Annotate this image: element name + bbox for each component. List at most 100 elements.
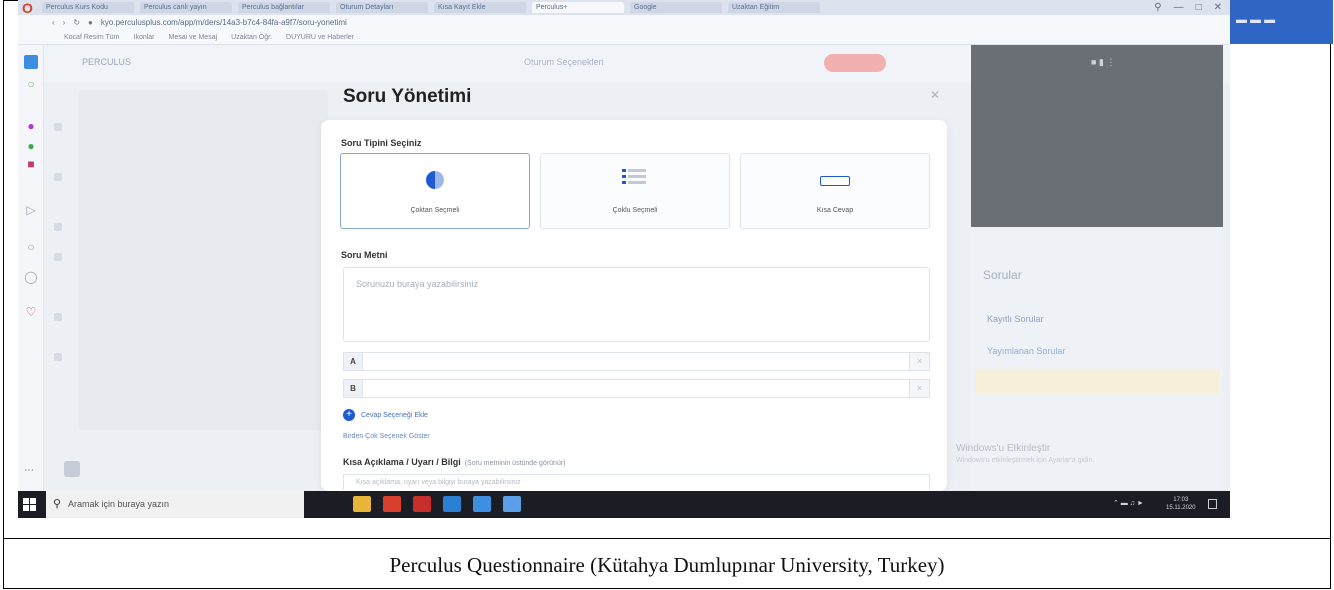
answer-option-row: A × — [343, 352, 930, 371]
remove-option-icon[interactable]: × — [910, 379, 930, 398]
session-title: PERCULUS — [82, 57, 132, 67]
system-tray-icons[interactable]: ⌃ ▬ ♫ ► — [1113, 499, 1144, 507]
chrome-icon[interactable] — [503, 496, 521, 512]
option-input[interactable] — [363, 352, 910, 371]
close-icon[interactable]: ✕ — [930, 88, 940, 102]
type-card-short-answer[interactable]: Kısa Cevap — [740, 153, 930, 229]
history-icon[interactable]: ◯ — [24, 270, 38, 284]
instagram-icon[interactable]: ● — [24, 119, 38, 133]
bookmark-item[interactable]: Uzaktan Öğr. — [231, 34, 272, 41]
video-controls-icon[interactable]: ■ ▮ ⋮ — [1091, 57, 1115, 68]
screenshot: O Perculus Kurs Kodu Perculus canlı yayı… — [18, 0, 1230, 518]
question-management-dialog: Soru Tipini Seçiniz Çoktan Seçmeli Çoklu… — [321, 120, 947, 491]
bookmark-item[interactable]: Mesai ve Mesaj — [169, 34, 218, 41]
browser-tab[interactable]: Google — [630, 2, 722, 13]
tool-icon[interactable] — [54, 173, 62, 181]
opera-logo-icon[interactable]: O — [22, 1, 36, 15]
windows-taskbar: ⚲ Aramak için buraya yazın ⌃ ▬ ♫ ► 17:03… — [18, 491, 1230, 518]
vk-icon[interactable]: ■ — [24, 157, 38, 171]
record-button[interactable] — [824, 54, 886, 72]
messenger-icon[interactable] — [24, 55, 38, 69]
tool-icon[interactable] — [54, 353, 62, 361]
whatsapp-icon[interactable]: ● — [24, 139, 38, 153]
url-field[interactable]: kyo.perculusplus.com/app/m/ders/14a3-b7c… — [101, 18, 347, 27]
option-key: A — [343, 352, 363, 371]
note-input[interactable]: Kısa açıklama, uyarı veya bilgiyi buraya… — [343, 474, 930, 490]
tool-icon[interactable] — [54, 123, 62, 131]
checklist-icon — [622, 166, 648, 192]
mail-icon[interactable] — [443, 496, 461, 512]
published-questions-link[interactable]: Yayımlanan Sorular — [987, 346, 1065, 356]
search-icon[interactable]: ⚲ — [1154, 2, 1161, 13]
type-card-label: Kısa Cevap — [816, 207, 854, 214]
taskbar-search[interactable]: ⚲ Aramak için buraya yazın — [46, 491, 304, 518]
question-type-label: Soru Tipini Seçiniz — [341, 138, 422, 148]
close-icon[interactable]: ✕ — [1214, 2, 1222, 13]
browser-tab[interactable]: Perculus canlı yayın — [140, 2, 232, 13]
text-box-icon — [820, 176, 850, 186]
opera-icon[interactable] — [383, 496, 401, 512]
question-type-selector: Çoktan Seçmeli Çoklu Seçmeli Kısa Cevap — [340, 153, 930, 229]
browser-tab-bar: O Perculus Kurs Kodu Perculus canlı yayı… — [18, 0, 1230, 15]
extensions-icon[interactable]: ♡ — [24, 305, 38, 319]
file-explorer-icon[interactable] — [353, 496, 371, 512]
option-input[interactable] — [363, 379, 910, 398]
question-text-input[interactable]: Sorunuzu buraya yazabilirsiniz — [343, 267, 930, 342]
half-circle-icon — [426, 171, 444, 189]
info-banner — [975, 370, 1219, 394]
type-card-multi-select[interactable]: Çoklu Seçmeli — [540, 153, 730, 229]
snapshot-icon[interactable]: ○ — [24, 240, 38, 254]
add-option-button[interactable]: + Cevap Seçeneği Ekle — [343, 409, 428, 421]
browser-tab[interactable]: Kısa Kayıt Ekle — [434, 2, 526, 13]
user-icon[interactable] — [64, 461, 80, 477]
windows-start-icon[interactable] — [23, 498, 36, 511]
type-card-label: Çoktan Seçmeli — [410, 207, 460, 214]
back-icon[interactable]: ‹ — [52, 18, 55, 27]
bookmark-item[interactable]: DUYURU ve Haberler — [286, 34, 354, 41]
more-icon[interactable]: ⋯ — [24, 465, 34, 476]
lock-icon: ● — [88, 18, 93, 27]
type-card-multiple-choice[interactable]: Çoktan Seçmeli — [340, 153, 530, 229]
taskbar-clock[interactable]: 17:03 15.11.2020 — [1166, 496, 1196, 512]
add-option-label: Cevap Seçeneği Ekle — [361, 411, 428, 419]
bookmark-item[interactable]: Ikonlar — [134, 34, 155, 41]
windows-activation-text: Windows'u etkinleştirmek için Ayarlar'a … — [956, 457, 1095, 464]
remove-option-icon[interactable]: × — [910, 352, 930, 371]
note-placeholder: Kısa açıklama, uyarı veya bilgiyi buraya… — [356, 479, 521, 486]
modal-title: Soru Yönetimi — [343, 86, 472, 107]
tool-icon[interactable] — [54, 313, 62, 321]
browser-tab[interactable]: Perculus bağlantılar — [238, 2, 330, 13]
notification-icon[interactable] — [1208, 499, 1217, 509]
tool-list — [44, 83, 72, 483]
browser-tab-active[interactable]: Perculus+ — [532, 2, 624, 13]
saved-questions-link[interactable]: Kayıtlı Sorular — [987, 314, 1044, 324]
minimize-icon[interactable]: — — [1174, 2, 1184, 13]
browser-tab[interactable]: Perculus Kurs Kodu — [42, 2, 134, 13]
question-placeholder: Sorunuzu buraya yazabilirsiniz — [356, 279, 479, 289]
note-label: Kısa Açıklama / Uyarı / Bilgi (Soru metni… — [343, 457, 566, 467]
side-strip-icon: ▬ ▬ ▬ — [1236, 14, 1276, 26]
question-text-label: Soru Metni — [341, 250, 388, 260]
multi-answer-link[interactable]: Birden Çok Seçenek Göster — [343, 433, 430, 440]
windows-activation-title: Windows'u Etkinleştir — [956, 443, 1051, 454]
browser-tab[interactable]: Uzaktan Eğitim — [728, 2, 820, 13]
type-card-label: Çoklu Seçmeli — [612, 207, 658, 214]
session-menu[interactable]: Oturum Seçenekleri — [524, 57, 604, 67]
plus-icon: + — [343, 409, 355, 421]
blue-side-strip: ▬ ▬ ▬ — [1230, 0, 1333, 44]
forward-icon[interactable]: › — [63, 18, 66, 27]
player-icon[interactable]: ▷ — [24, 203, 38, 217]
bookmark-item[interactable]: Kocaf Resim Tüm — [64, 34, 120, 41]
questions-panel-title: Sorular — [983, 268, 1022, 282]
browser-tab[interactable]: Oturum Detayları — [336, 2, 428, 13]
zoom-icon[interactable] — [473, 496, 491, 512]
option-key: B — [343, 379, 363, 398]
tool-icon[interactable] — [54, 223, 62, 231]
acrobat-icon[interactable] — [413, 496, 431, 512]
speed-dial-icon[interactable]: ○ — [24, 77, 38, 91]
figure-divider — [3, 538, 1331, 539]
reload-icon[interactable]: ↻ — [73, 18, 80, 27]
maximize-icon[interactable]: □ — [1196, 2, 1202, 13]
search-icon: ⚲ — [53, 498, 62, 510]
tool-icon[interactable] — [54, 253, 62, 261]
